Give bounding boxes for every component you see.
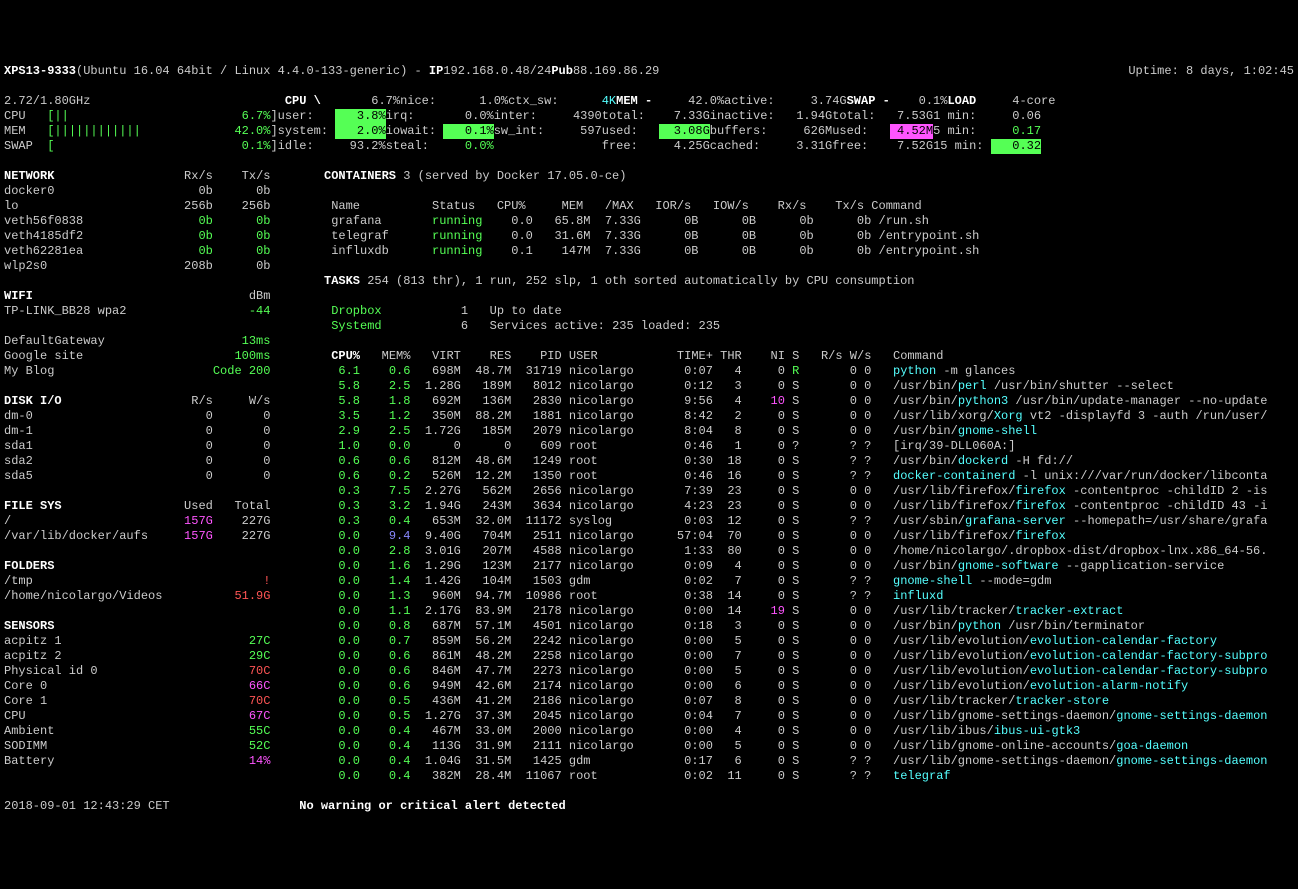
process-row[interactable]: 0.0 0.6 949M 42.6M 2174 nicolargo 0:00 6… [324,679,1294,694]
network-row: docker0 0b 0b [4,184,304,199]
process-row[interactable]: 5.8 2.5 1.28G 189M 8012 nicolargo 0:12 3… [324,379,1294,394]
containers-cols: Name Status CPU% MEM /MAX IOR/s IOW/s Rx… [324,199,1294,214]
process-row[interactable]: 0.0 0.6 861M 48.2M 2258 nicolargo 0:00 7… [324,649,1294,664]
fs-row: / 157G 227G [4,514,304,529]
process-row[interactable]: 0.0 0.5 436M 41.2M 2186 nicolargo 0:07 8… [324,694,1294,709]
sensor-row: Ambient 55C [4,724,304,739]
diskio-row: dm-0 0 0 [4,409,304,424]
diskio-header: DISK I/O [4,394,162,408]
sensors-header: SENSORS [4,619,54,633]
process-row[interactable]: 0.3 3.2 1.94G 243M 3634 nicolargo 4:23 2… [324,499,1294,514]
process-row[interactable]: 0.0 0.4 382M 28.4M 11067 root 0:02 11 0 … [324,769,1294,784]
process-row[interactable]: 0.3 7.5 2.27G 562M 2656 nicolargo 7:39 2… [324,484,1294,499]
diskio-row: sda2 0 0 [4,454,304,469]
wifi-header: WIFI [4,289,220,303]
mem-bar: [|||||||||||| [47,124,220,139]
container-row: grafana running 0.0 65.8M 7.33G 0B 0B 0b… [324,214,1294,229]
process-header: CPU% MEM% VIRT RES PID USER TIME+ THR NI… [324,349,1294,364]
containers-header: CONTAINERS [324,169,396,183]
process-row[interactable]: 1.0 0.0 0 0 609 root 0:46 1 0 ? ? ? [irq… [324,439,1294,454]
process-row[interactable]: 0.0 0.4 467M 33.0M 2000 nicolargo 0:00 4… [324,724,1294,739]
process-row[interactable]: 0.0 9.4 9.40G 704M 2511 nicolargo 57:04 … [324,529,1294,544]
ip-value: 192.168.0.48/24 [443,64,551,79]
cpu-total: 6.7% [342,94,400,109]
process-row[interactable]: 0.3 0.4 653M 32.0M 11172 syslog 0:03 12 … [324,514,1294,529]
process-row[interactable]: 0.0 0.4 113G 31.9M 2111 nicolargo 0:00 5… [324,739,1294,754]
process-row[interactable]: 0.0 0.4 1.04G 31.5M 1425 gdm 0:17 6 0 S … [324,754,1294,769]
sensor-row: Battery 14% [4,754,304,769]
container-row: influxdb running 0.1 147M 7.33G 0B 0B 0b… [324,244,1294,259]
ping-row: Google site 100ms [4,349,304,364]
process-row[interactable]: 5.8 1.8 692M 136M 2830 nicolargo 9:56 4 … [324,394,1294,409]
wifi-ssid: TP-LINK_BB28 wpa2 [4,304,220,318]
process-row[interactable]: 0.0 1.1 2.17G 83.9M 2178 nicolargo 0:00 … [324,604,1294,619]
process-row[interactable]: 0.6 0.2 526M 12.2M 1350 root 0:46 16 0 S… [324,469,1294,484]
ping-row: DefaultGateway 13ms [4,334,304,349]
ip-label: IP [429,64,443,79]
sensor-row: Core 0 66C [4,679,304,694]
folder-row: /tmp ! [4,574,304,589]
ping-row: My Blog Code 200 [4,364,304,379]
alert-status: No warning or critical alert detected [299,799,565,814]
process-row[interactable]: 0.6 0.6 812M 48.6M 1249 root 0:30 18 0 S… [324,454,1294,469]
fs-row: /var/lib/docker/aufs 157G 227G [4,529,304,544]
sensor-row: Core 1 70C [4,694,304,709]
mem-header: MEM - [616,94,674,109]
amp-row: Dropbox 1 Up to date [324,304,1294,319]
os-info: (Ubuntu 16.04 64bit / Linux 4.4.0-133-ge… [76,64,407,79]
cpu-freq: 2.72/1.80GHz [4,94,285,109]
process-row[interactable]: 0.0 2.8 3.01G 207M 4588 nicolargo 1:33 8… [324,544,1294,559]
swap-bar: [ [47,139,220,154]
sensor-row: CPU 67C [4,709,304,724]
process-row[interactable]: 6.1 0.6 698M 48.7M 31719 nicolargo 0:07 … [324,364,1294,379]
folders-header: FOLDERS [4,559,54,573]
sensor-row: acpitz 1 27C [4,634,304,649]
network-row: wlp2s0 208b 0b [4,259,304,274]
network-header: NETWORK [4,169,162,183]
process-row[interactable]: 2.9 2.5 1.72G 185M 2079 nicolargo 8:04 8… [324,424,1294,439]
cpu-bar: [|| [47,109,220,124]
network-row: lo 256b 256b [4,199,304,214]
process-row[interactable]: 0.0 0.8 687M 57.1M 4501 nicolargo 0:18 3… [324,619,1294,634]
process-row[interactable]: 0.0 0.5 1.27G 37.3M 2045 nicolargo 0:04 … [324,709,1294,724]
amp-row: Systemd 6 Services active: 235 loaded: 2… [324,319,1294,334]
process-row[interactable]: 3.5 1.2 350M 88.2M 1881 nicolargo 8:42 2… [324,409,1294,424]
process-row[interactable]: 0.0 1.6 1.29G 123M 2177 nicolargo 0:09 4… [324,559,1294,574]
timestamp: 2018-09-01 12:43:29 CET [4,799,299,814]
hostname: XPS13-9333 [4,64,76,79]
network-row: veth4185df2 0b 0b [4,229,304,244]
container-row: telegraf running 0.0 31.6M 7.33G 0B 0B 0… [324,229,1294,244]
pub-label: Pub [551,64,573,79]
process-row[interactable]: 0.0 1.3 960M 94.7M 10986 root 0:38 14 0 … [324,589,1294,604]
diskio-row: dm-1 0 0 [4,424,304,439]
folder-row: /home/nicolargo/Videos 51.9G [4,589,304,604]
cpu-header: CPU \ [285,94,343,109]
sensor-row: acpitz 2 29C [4,649,304,664]
pub-value: 88.169.86.29 [573,64,659,79]
process-row[interactable]: 0.0 1.4 1.42G 104M 1503 gdm 0:02 7 0 S ?… [324,574,1294,589]
load-header: LOAD [947,94,1005,109]
network-row: veth56f0838 0b 0b [4,214,304,229]
sensor-row: Physical id 0 70C [4,664,304,679]
sensor-row: SODIMM 52C [4,739,304,754]
diskio-row: sda1 0 0 [4,439,304,454]
fs-header: FILE SYS [4,499,162,513]
diskio-row: sda5 0 0 [4,469,304,484]
swap-header: SWAP - [847,94,905,109]
process-row[interactable]: 0.0 0.6 846M 47.7M 2273 nicolargo 0:00 5… [324,664,1294,679]
tasks-header: TASKS [324,274,360,288]
uptime: Uptime: 8 days, 1:02:45 [1128,64,1294,79]
network-row: veth62281ea 0b 0b [4,244,304,259]
process-row[interactable]: 0.0 0.7 859M 56.2M 2242 nicolargo 0:00 5… [324,634,1294,649]
